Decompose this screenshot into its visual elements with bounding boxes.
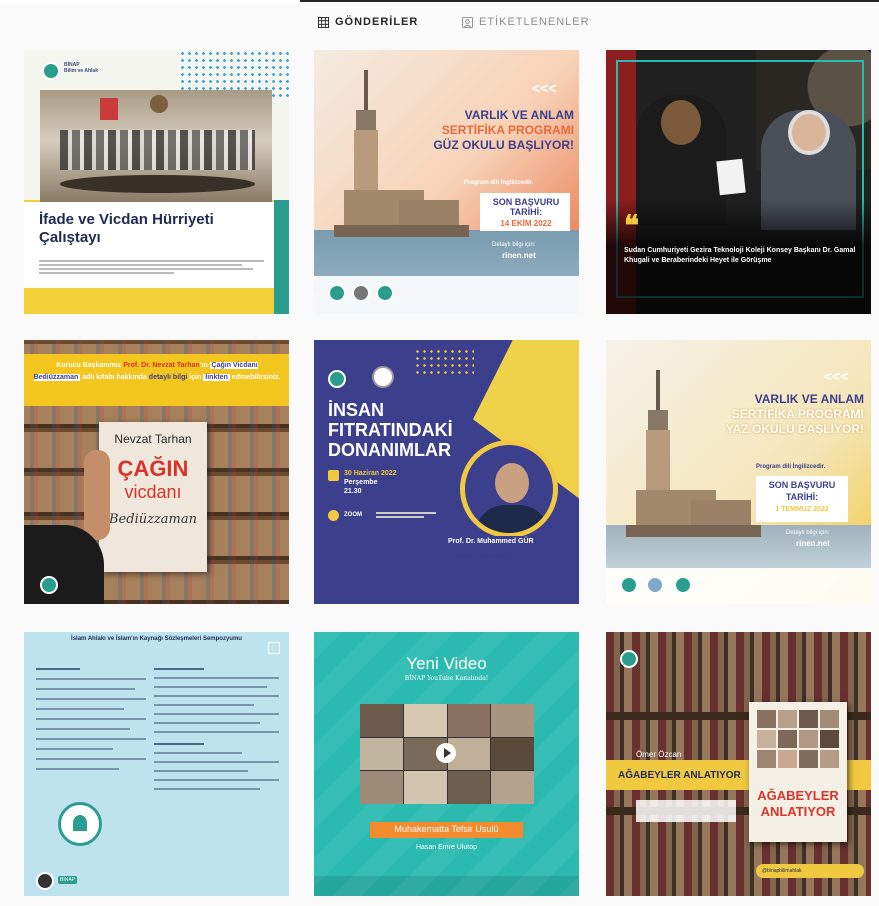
partner-logo-2 [646,576,664,594]
logo-text: BİNAP Bilim ve Ahlak [64,62,98,74]
tab-indicator [300,0,879,2]
post-caption: Sudan Cumhuriyeti Gezira Teknoloji Kolej… [624,247,856,264]
moderator: Moderatör: Seyda ÖKLEKCİ [454,554,517,560]
speaker-name: Prof. Dr. Muhammed GÜR [448,538,534,545]
play-button[interactable] [436,743,456,763]
quote-icon: ❝ [624,210,640,241]
binap-logo [40,576,58,594]
social-handle: @binapbilimahlak [762,868,802,874]
language-note: Program dili İngilizcedir. [756,464,826,470]
deadline-box: SON BAŞVURU TARİHİ: 14 EKİM 2022 [480,193,570,231]
post-insan-fitrati[interactable]: İNSAN FITRATINDAKİ DONANIMLAR 30 Haziran… [314,340,579,604]
partner-logo-1 [36,872,54,890]
sleeve [24,525,104,604]
video-subtitle: BİNAP YouTube Kanalında! [404,675,489,682]
post-cagin-vicdani[interactable]: Kurucu Başkanımız Prof. Dr. Nevzat Tarha… [24,340,289,604]
zoom-icon [328,510,339,521]
tab-tagged[interactable]: ETİKETLENENLER [462,16,590,28]
zoom-label: ZOOM [344,512,362,518]
tab-tagged-label: ETİKETLENENLER [479,16,590,28]
hand [84,450,110,540]
video-topic: Muhakematta Tefsir Usulü [394,824,499,834]
post-ifade-vicdan[interactable]: BİNAP Bilim ve Ahlak İfade ve Vicdan Hürr… [24,50,289,314]
banner-text: Kurucu Başkanımız Prof. Dr. Nevzat Tarha… [33,362,281,381]
speaker-photo [460,440,558,538]
info-label: Detaylı bilgi için: [786,530,830,536]
profile-tabs: GÖNDERİLER ETİKETLENENLER [0,10,879,40]
site-url: rinen.net [796,539,830,548]
meeting-photo [40,90,272,202]
decor-dots [414,348,474,378]
info-label: Detaylı bilgi için: [492,242,536,248]
grid-icon [318,16,329,28]
tab-posts-label: GÖNDERİLER [335,16,419,28]
tab-indicator-track [0,0,879,3]
binap-logo [328,370,346,388]
teal-strip [274,200,289,314]
partner-logo-1 [620,576,638,594]
zoom-details [376,510,436,524]
carousel-icon [268,642,280,654]
tagged-icon [462,16,473,28]
partner-logo-1 [328,284,346,302]
footer-bar [314,876,579,896]
chevrons: <<< [824,368,849,384]
book-cover: Nevzat Tarhan ÇAĞIN vicdanı Bediüzzaman [99,422,207,572]
deadline-box: SON BAŞVURU TARİHİ: 1 TEMMUZ 2022 [756,476,848,522]
binap-logo [42,62,60,80]
post-agabeyler-anlatiyor[interactable]: Ömer Özcan AĞABEYLER ANLATIYOR AĞABEYLER… [606,632,871,896]
headline: VARLIK VE ANLAM SERTİFİKA PROGRAMI GÜZ O… [433,108,574,152]
event-title: İNSAN FITRATINDAKİ DONANIMLAR [328,400,453,460]
footer-bar [314,564,579,604]
post-sempozyum-program[interactable]: İslam Ahlakı ve İslam'ın Kaynağı Sözleşm… [24,632,289,896]
binap-logo [620,650,638,668]
calendar-icon [328,470,339,481]
book-cover: AĞABEYLER ANLATIYOR [749,702,847,842]
post-yaz-okulu[interactable]: <<< VARLIK VE ANLAM SERTİFİKA PROGRAMI Y… [606,340,871,604]
tab-posts[interactable]: GÖNDERİLER [318,16,418,28]
seal-logo [58,802,102,846]
partner-logo [372,366,394,388]
video-title: Yeni Video [406,654,487,673]
post-desc [39,258,264,276]
binap-logo [674,576,692,594]
author-name: Ömer Özcan [636,750,682,759]
language-note: Program dili İngilizcedir. [464,180,534,186]
post-title: İfade ve Vicdan Hürriyeti Çalıştayı [39,211,214,246]
banner-title: AĞABEYLER ANLATIYOR [618,770,741,781]
post-guz-okulu[interactable]: <<< VARLIK VE ANLAM SERTİFİKA PROGRAMI G… [314,50,579,314]
headline: VARLIK VE ANLAM SERTİFİKA PROGRAMI YAZ O… [725,392,864,436]
post-yeni-video[interactable]: Yeni Video BİNAP YouTube Kanalında! Muha… [314,632,579,896]
info-box [636,800,736,822]
event-date: 30 Haziran 2022 Perşembe 21.30 [344,470,397,495]
video-speaker: Hasan Emre Ulutop [415,844,478,851]
binap-badge: BİNAP [58,876,78,884]
program-right-column [154,662,279,892]
partner-logo-2 [352,284,370,302]
program-header: İslam Ahlakı ve İslam'ın Kaynağı Sözleşm… [71,636,242,642]
binap-logo [376,284,394,302]
chevrons: <<< [532,80,557,96]
portrait-grid [757,710,839,768]
site-url: rinen.net [502,251,536,260]
post-sudan-meeting[interactable]: ❝ Sudan Cumhuriyeti Gezira Teknoloji Kol… [606,50,871,314]
